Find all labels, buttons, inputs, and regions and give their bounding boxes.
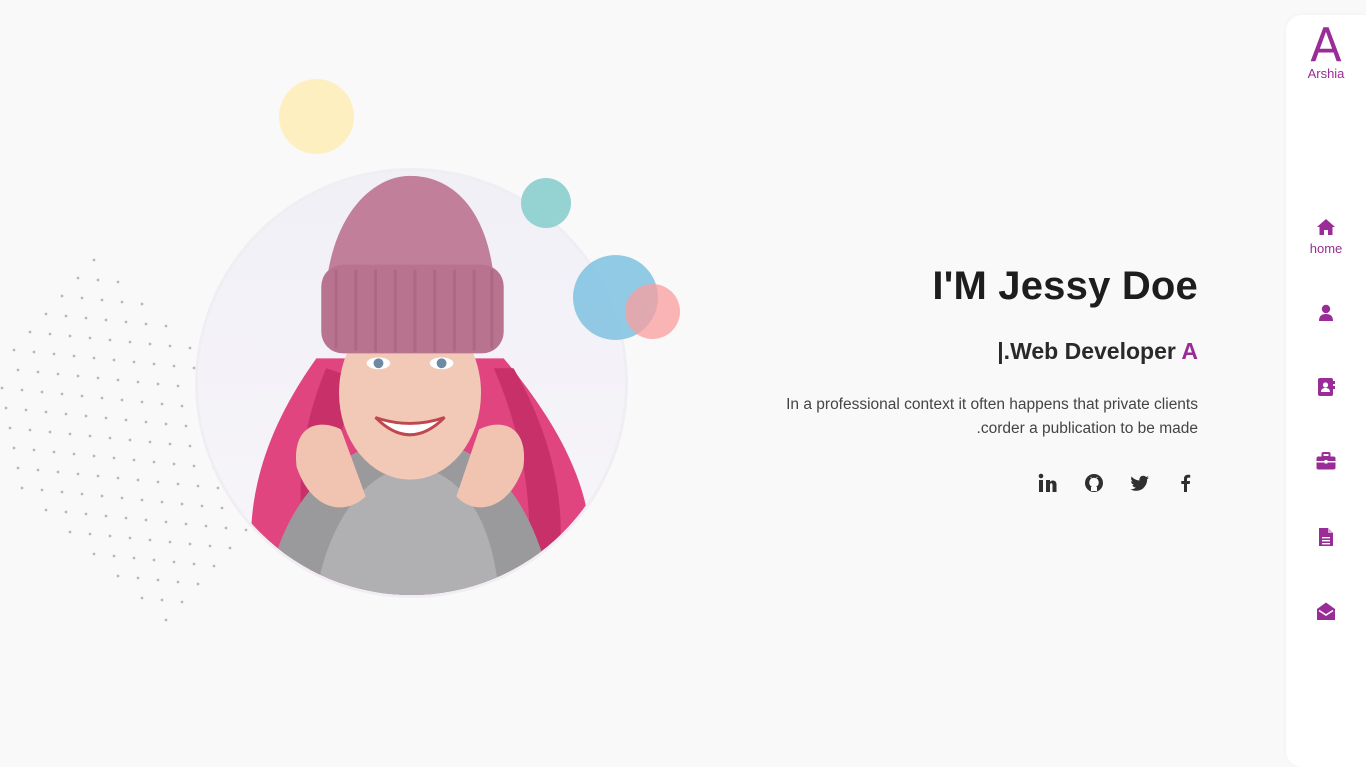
hero-description-line1: In a professional context it often happe… xyxy=(786,396,1198,413)
nav-item-contact[interactable] xyxy=(1286,377,1366,397)
logo-name: Arshia xyxy=(1307,66,1345,81)
document-icon xyxy=(1319,528,1333,546)
envelope-open-icon xyxy=(1317,602,1335,620)
briefcase-icon xyxy=(1316,452,1336,470)
hero-section: I'M Jessy Doe |.Web Developer A In a pro… xyxy=(718,258,1198,495)
nav-item-resume[interactable] xyxy=(1286,527,1366,547)
nav-item-messages[interactable] xyxy=(1286,601,1366,621)
contact-book-icon xyxy=(1318,378,1335,396)
social-links xyxy=(718,471,1198,495)
nav-item-about[interactable] xyxy=(1286,304,1366,322)
hero-subtitle: |.Web Developer A xyxy=(718,336,1198,366)
decor-circle-pink xyxy=(625,284,680,339)
logo-letter: A xyxy=(1310,18,1342,72)
logo[interactable]: A Arshia xyxy=(1286,18,1366,81)
hero-title: I'M Jessy Doe xyxy=(932,264,1198,308)
linkedin-icon[interactable] xyxy=(1036,471,1060,495)
nav-item-home[interactable]: home xyxy=(1286,218,1366,256)
user-icon xyxy=(1319,304,1333,321)
decor-circle-yellow xyxy=(279,79,354,154)
nav-item-home-label: home xyxy=(1309,241,1343,256)
facebook-icon[interactable] xyxy=(1174,471,1198,495)
portrait-illustration xyxy=(198,171,625,595)
side-navigation: A Arshia home xyxy=(1286,15,1366,767)
hero-description-line2: .corder a publication to be made xyxy=(976,420,1198,437)
home-icon xyxy=(1317,219,1335,235)
profile-photo xyxy=(195,168,628,598)
twitter-icon[interactable] xyxy=(1128,471,1152,495)
hero-description: In a professional context it often happe… xyxy=(718,393,1198,441)
nav-item-portfolio[interactable] xyxy=(1286,452,1366,470)
decor-circle-teal xyxy=(521,178,571,228)
home-page: I'M Jessy Doe |.Web Developer A In a pro… xyxy=(0,0,1366,767)
hero-subtitle-accent: A xyxy=(1181,338,1198,364)
hero-subtitle-text: |.Web Developer xyxy=(997,338,1176,364)
github-icon[interactable] xyxy=(1082,471,1106,495)
